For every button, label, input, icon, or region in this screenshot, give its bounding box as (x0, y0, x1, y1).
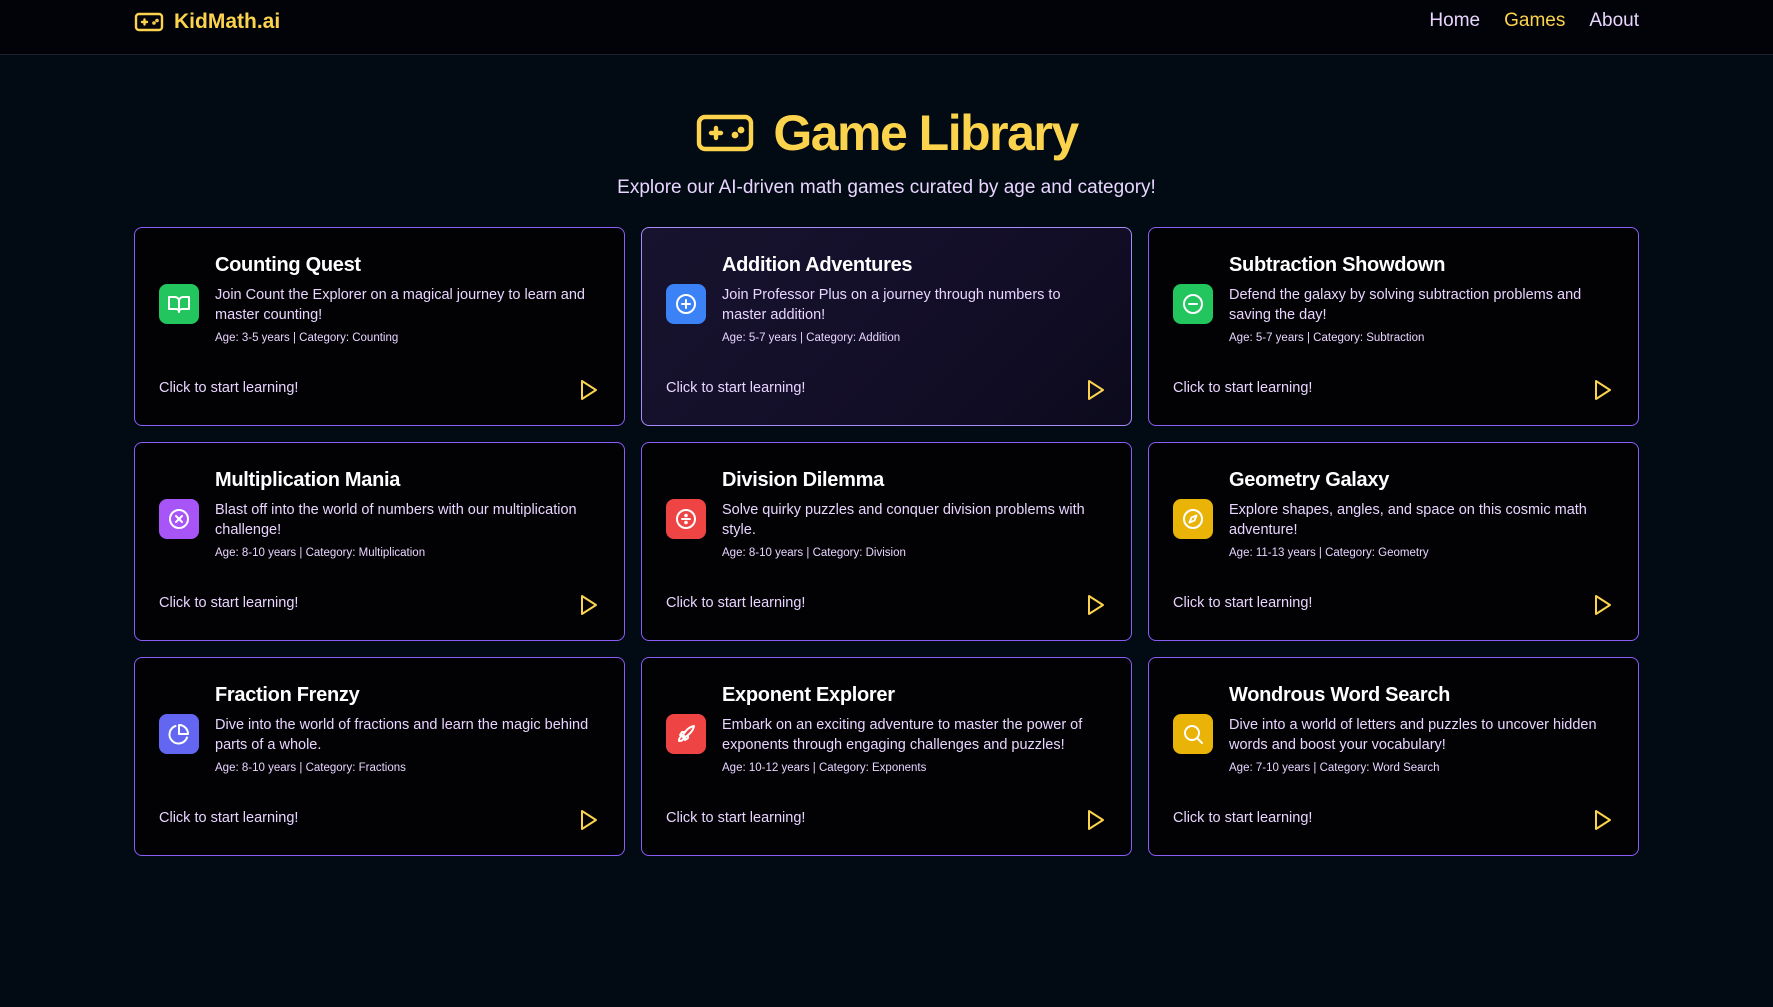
search-icon (1184, 725, 1203, 744)
play-icon[interactable] (576, 808, 600, 832)
game-cta[interactable]: Click to start learning! (666, 810, 805, 826)
game-meta: Age: 8-10 years | Category: Fractions (215, 762, 406, 774)
gamepad-icon (697, 114, 754, 152)
game-icon-box (666, 714, 706, 754)
game-description: Join Count the Explorer on a magical jou… (215, 287, 585, 323)
minus-circle-icon (1183, 294, 1203, 314)
game-icon-box (1173, 284, 1213, 324)
game-cta[interactable]: Click to start learning! (159, 595, 298, 611)
game-title: Fraction Frenzy (215, 684, 360, 706)
compass-icon (1183, 509, 1203, 529)
game-meta: Age: 3-5 years | Category: Counting (215, 332, 399, 344)
game-title: Addition Adventures (722, 254, 913, 276)
gamepad-icon (134, 12, 164, 32)
rocket-icon (678, 725, 695, 742)
game-title: Geometry Galaxy (1229, 469, 1390, 491)
play-icon[interactable] (1590, 378, 1614, 402)
nav-games[interactable]: Games (1504, 10, 1565, 32)
game-icon-box (159, 714, 199, 754)
play-icon[interactable] (1590, 808, 1614, 832)
game-description: Defend the galaxy by solving subtraction… (1229, 287, 1582, 323)
brand-name: KidMath.ai (174, 10, 281, 33)
nav-home[interactable]: Home (1429, 10, 1480, 32)
book-icon (168, 296, 190, 313)
game-card-subtraction-showdown[interactable]: Subtraction Showdown Defend the galaxy b… (1148, 227, 1639, 426)
game-title: Wondrous Word Search (1229, 684, 1451, 706)
game-meta: Age: 8-10 years | Category: Multiplicati… (215, 547, 426, 559)
game-description: Embark on an exciting adventure to maste… (722, 717, 1083, 753)
game-title: Subtraction Showdown (1229, 254, 1446, 276)
game-grid: Counting Quest Join Count the Explorer o… (134, 227, 1639, 856)
game-icon-box (666, 284, 706, 324)
game-card-wondrous-word-search[interactable]: Wondrous Word Search Dive into a world o… (1148, 657, 1639, 856)
game-title: Division Dilemma (722, 469, 884, 491)
game-description: Solve quirky puzzles and conquer divisio… (722, 502, 1085, 538)
game-cta[interactable]: Click to start learning! (159, 380, 298, 396)
play-icon[interactable] (1083, 808, 1107, 832)
game-icon-box (159, 284, 199, 324)
game-icon-box (1173, 499, 1213, 539)
game-meta: Age: 5-7 years | Category: Subtraction (1229, 332, 1425, 344)
game-cta[interactable]: Click to start learning! (666, 380, 805, 396)
game-card-counting-quest[interactable]: Counting Quest Join Count the Explorer o… (134, 227, 625, 426)
nav-about[interactable]: About (1589, 10, 1639, 32)
page-title: Game Library (773, 105, 1079, 161)
game-icon-box (1173, 714, 1213, 754)
game-description: Blast off into the world of numbers with… (215, 502, 577, 538)
game-card-division-dilemma[interactable]: Division Dilemma Solve quirky puzzles an… (641, 442, 1132, 641)
x-circle-icon (169, 509, 189, 529)
game-meta: Age: 7-10 years | Category: Word Search (1229, 762, 1440, 774)
game-card-addition-adventures[interactable]: Addition Adventures Join Professor Plus … (641, 227, 1132, 426)
page-subtitle: Explore our AI-driven math games curated… (617, 177, 1156, 198)
play-icon[interactable] (576, 593, 600, 617)
game-cta[interactable]: Click to start learning! (1173, 380, 1312, 396)
divide-circle-icon (676, 509, 696, 529)
play-icon[interactable] (1590, 593, 1614, 617)
game-title: Multiplication Mania (215, 469, 401, 491)
main-nav: Home Games About (1429, 10, 1639, 32)
game-card-multiplication-mania[interactable]: Multiplication Mania Blast off into the … (134, 442, 625, 641)
play-icon[interactable] (1083, 378, 1107, 402)
pie-chart-icon (168, 724, 189, 745)
plus-circle-icon (676, 294, 696, 314)
game-icon-box (666, 499, 706, 539)
game-card-geometry-galaxy[interactable]: Geometry Galaxy Explore shapes, angles, … (1148, 442, 1639, 641)
game-card-exponent-explorer[interactable]: Exponent Explorer Embark on an exciting … (641, 657, 1132, 856)
game-title: Exponent Explorer (722, 684, 895, 706)
top-navbar: KidMath.ai Home Games About (0, 0, 1773, 55)
game-title: Counting Quest (215, 254, 361, 276)
game-description: Explore shapes, angles, and space on thi… (1229, 502, 1587, 538)
game-meta: Age: 8-10 years | Category: Division (722, 547, 906, 559)
game-description: Dive into a world of letters and puzzles… (1229, 717, 1597, 753)
page-header: Game Library (0, 104, 1773, 162)
game-meta: Age: 5-7 years | Category: Addition (722, 332, 901, 344)
play-icon[interactable] (1083, 593, 1107, 617)
game-description: Join Professor Plus on a journey through… (722, 287, 1061, 323)
game-meta: Age: 11-13 years | Category: Geometry (1229, 547, 1429, 559)
game-cta[interactable]: Click to start learning! (159, 810, 298, 826)
game-description: Dive into the world of fractions and lea… (215, 717, 589, 753)
brand-logo[interactable]: KidMath.ai (134, 10, 280, 34)
game-cta[interactable]: Click to start learning! (1173, 595, 1312, 611)
game-card-fraction-frenzy[interactable]: Fraction Frenzy Dive into the world of f… (134, 657, 625, 856)
game-cta[interactable]: Click to start learning! (1173, 810, 1312, 826)
game-cta[interactable]: Click to start learning! (666, 595, 805, 611)
game-icon-box (159, 499, 199, 539)
game-meta: Age: 10-12 years | Category: Exponents (722, 762, 927, 774)
play-icon[interactable] (576, 378, 600, 402)
